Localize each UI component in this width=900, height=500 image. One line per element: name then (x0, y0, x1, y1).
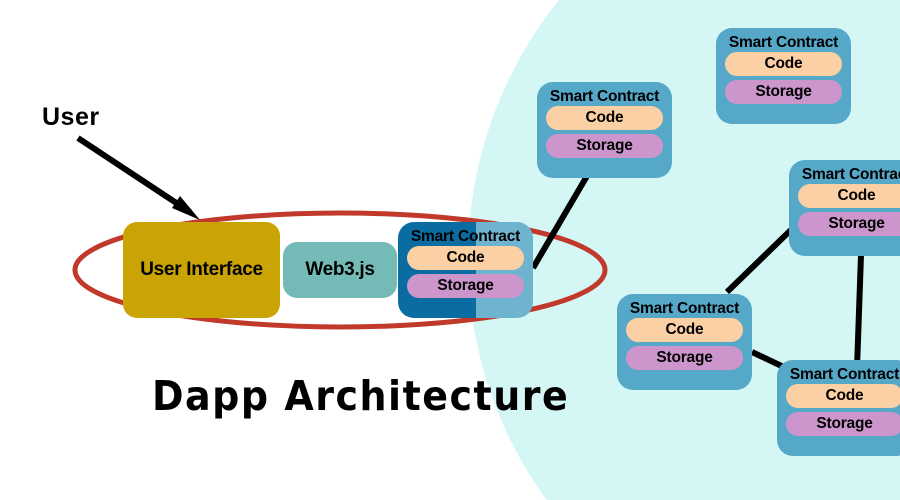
contract-storage-pill: Storage (798, 212, 900, 236)
smart-contract-bottom-left[interactable]: Smart Contract Code Storage (617, 294, 752, 390)
contract-code-pill: Code (407, 246, 524, 270)
contract-title: Smart Contract (629, 300, 740, 317)
contract-title: Smart Contract (549, 88, 660, 105)
smart-contract-bottom-right[interactable]: Smart Contract Code Storage (777, 360, 900, 456)
user-label: User (42, 103, 100, 131)
contract-title: Smart Contract (410, 228, 521, 245)
contract-storage-pill: Storage (725, 80, 842, 104)
smart-contract-central[interactable]: Smart Contract Code Storage (398, 222, 533, 318)
contract-code-pill: Code (798, 184, 900, 208)
user-interface-label: User Interface (140, 259, 263, 280)
diagram-canvas: User User Interface Web3.js Smart Contra… (0, 0, 900, 500)
contract-storage-pill: Storage (546, 134, 663, 158)
web3-label: Web3.js (305, 259, 375, 280)
contract-code-pill: Code (725, 52, 842, 76)
smart-contract-top-right[interactable]: Smart Contract Code Storage (716, 28, 851, 124)
contract-title: Smart Contract (728, 34, 839, 51)
contract-title: Smart Contract (789, 366, 900, 383)
user-interface-box[interactable]: User Interface (123, 222, 280, 318)
contract-code-pill: Code (786, 384, 900, 408)
web3-box[interactable]: Web3.js (283, 242, 397, 298)
contract-code-pill: Code (626, 318, 743, 342)
contract-storage-pill: Storage (407, 274, 524, 298)
contract-storage-pill: Storage (786, 412, 900, 436)
contract-code-pill: Code (546, 106, 663, 130)
contract-title: Smart Contract (801, 166, 900, 183)
smart-contract-mid-right[interactable]: Smart Contract Code Storage (789, 160, 900, 256)
contract-storage-pill: Storage (626, 346, 743, 370)
smart-contract-upper-left[interactable]: Smart Contract Code Storage (537, 82, 672, 178)
diagram-title: Dapp Architecture (152, 372, 570, 420)
